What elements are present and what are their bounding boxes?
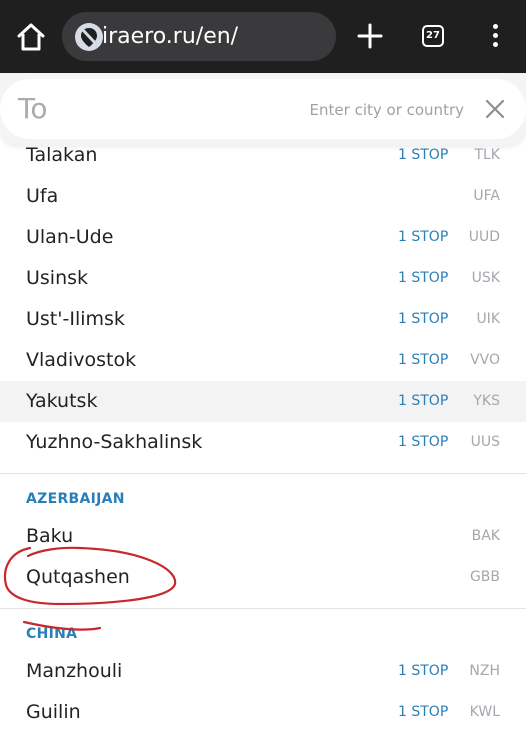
list-item[interactable]: Manzhouli 1 STOP NZH bbox=[0, 651, 526, 692]
list-item[interactable]: Qutqashen GBB bbox=[0, 557, 526, 598]
city-name: Ust'-Ilimsk bbox=[26, 308, 125, 330]
city-name: Ufa bbox=[26, 185, 59, 207]
city-name: Yuzhno-Sakhalinsk bbox=[26, 431, 203, 453]
airport-code: UFA bbox=[473, 188, 500, 204]
stops-label: 1 STOP bbox=[398, 270, 449, 286]
city-name: Manzhouli bbox=[26, 660, 123, 682]
browser-toolbar: iraero.ru/en/ 27 bbox=[0, 0, 526, 73]
city-name: Baku bbox=[26, 525, 74, 547]
list-item[interactable]: Ulan-Ude 1 STOP UUD bbox=[0, 217, 526, 258]
stops-label: 1 STOP bbox=[398, 352, 449, 368]
city-name: Qutqashen bbox=[26, 566, 130, 588]
list-item[interactable]: Guilin 1 STOP KWL bbox=[0, 692, 526, 733]
list-item-highlighted[interactable]: Yakutsk 1 STOP YKS bbox=[0, 381, 526, 422]
city-name: Guilin bbox=[26, 701, 81, 723]
airport-code: YKS bbox=[473, 393, 500, 409]
stops-label: 1 STOP bbox=[398, 393, 449, 409]
stops-label: 1 STOP bbox=[398, 229, 449, 245]
search-label: To bbox=[18, 92, 48, 125]
airport-code: NZH bbox=[469, 663, 500, 679]
city-name: Usinsk bbox=[26, 267, 89, 289]
destination-search-field[interactable]: To bbox=[0, 79, 526, 139]
new-tab-icon[interactable] bbox=[356, 22, 384, 50]
airport-code: UUD bbox=[468, 229, 500, 245]
stops-label: 1 STOP bbox=[398, 663, 449, 679]
list-item[interactable]: Yuzhno-Sakhalinsk 1 STOP UUS bbox=[0, 422, 526, 463]
airport-code: GBB bbox=[469, 569, 500, 585]
destination-search-input[interactable] bbox=[170, 93, 466, 127]
list-item[interactable]: Baku BAK bbox=[0, 516, 526, 557]
city-name: Yakutsk bbox=[26, 390, 98, 412]
destination-search-panel: To bbox=[0, 73, 526, 145]
close-icon[interactable] bbox=[484, 98, 506, 120]
address-bar[interactable]: iraero.ru/en/ bbox=[62, 12, 336, 61]
url-text[interactable]: iraero.ru/en/ bbox=[102, 22, 238, 52]
airport-code: UIK bbox=[476, 311, 500, 327]
airport-code: BAK bbox=[471, 528, 500, 544]
list-item[interactable]: Vladivostok 1 STOP VVO bbox=[0, 340, 526, 381]
destination-list: Talakan 1 STOP TLK Ufa UFA Ulan-Ude 1 ST… bbox=[0, 135, 526, 733]
country-header: AZERBAIJAN bbox=[26, 491, 125, 507]
home-icon[interactable] bbox=[15, 22, 47, 52]
country-header: CHINA bbox=[26, 626, 78, 642]
more-menu-icon[interactable] bbox=[488, 24, 502, 50]
city-name: Vladivostok bbox=[26, 349, 137, 371]
list-item[interactable]: Ust'-Ilimsk 1 STOP UIK bbox=[0, 299, 526, 340]
airport-code: USK bbox=[471, 270, 500, 286]
list-item[interactable]: Usinsk 1 STOP USK bbox=[0, 258, 526, 299]
site-security-icon[interactable] bbox=[75, 23, 103, 51]
city-name: Ulan-Ude bbox=[26, 226, 114, 248]
airport-code: UUS bbox=[470, 434, 500, 450]
airport-code: VVO bbox=[470, 352, 500, 368]
stops-label: 1 STOP bbox=[398, 704, 449, 720]
airport-code: KWL bbox=[469, 704, 500, 720]
tab-switcher-button[interactable]: 27 bbox=[422, 25, 444, 47]
stops-label: 1 STOP bbox=[398, 434, 449, 450]
stops-label: 1 STOP bbox=[398, 311, 449, 327]
list-item[interactable]: Ufa UFA bbox=[0, 176, 526, 217]
